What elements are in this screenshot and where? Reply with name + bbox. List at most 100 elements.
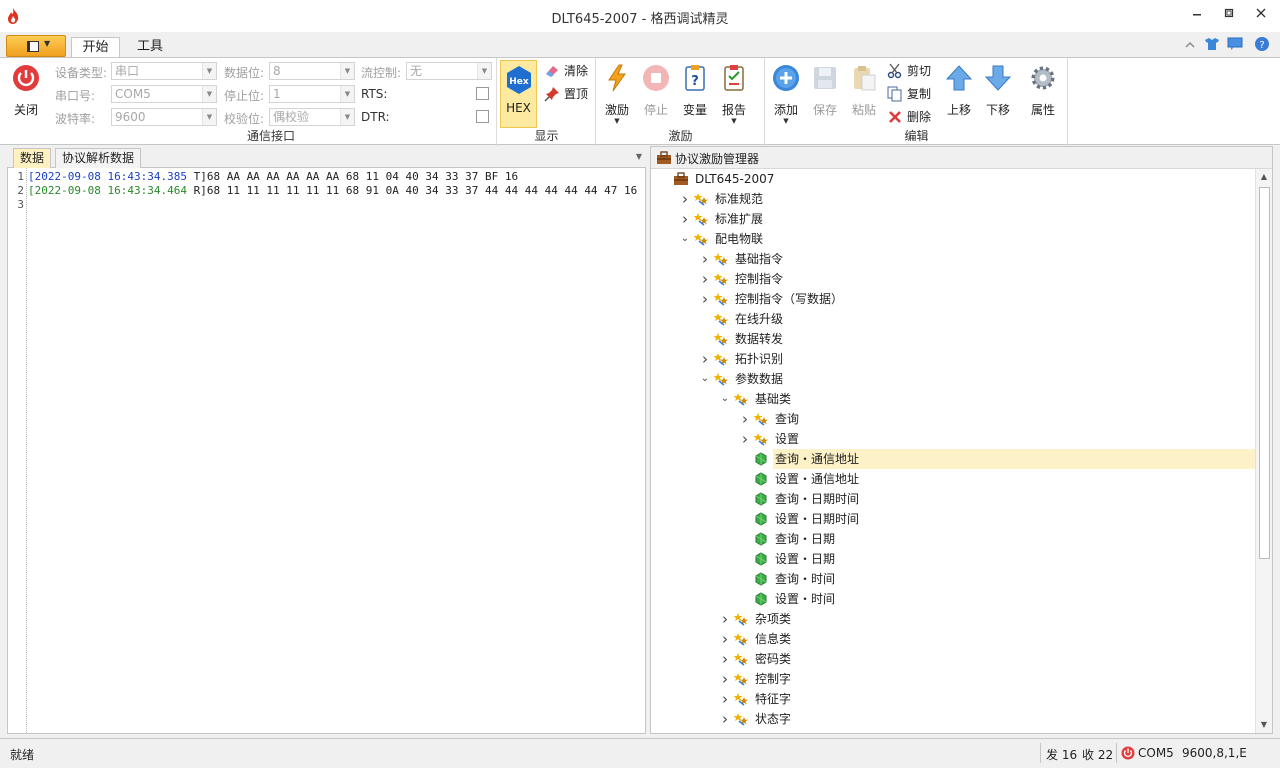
rts-checkbox[interactable] — [476, 87, 489, 100]
tree-node[interactable]: DLT645-2007 — [651, 169, 1255, 189]
paste-button[interactable]: 粘贴 — [845, 61, 883, 129]
tree-node[interactable]: › 控制指令 — [651, 269, 1255, 289]
chevron-right-icon[interactable]: › — [699, 349, 711, 369]
chevron-right-icon[interactable]: › — [719, 609, 731, 629]
move-down-button[interactable]: 下移 — [979, 61, 1017, 129]
chevron-right-icon[interactable]: › — [679, 189, 691, 209]
tree-node[interactable]: › 标准扩展 — [651, 209, 1255, 229]
tree-node[interactable]: › 控制指令（写数据） — [651, 289, 1255, 309]
chevron-right-icon[interactable]: › — [699, 289, 711, 309]
paste-icon — [854, 66, 876, 91]
panel-menu-icon[interactable]: ▼ — [636, 152, 642, 161]
variable-button[interactable]: ? 变量 — [676, 61, 714, 129]
chevron-down-icon[interactable]: ⌄ — [699, 369, 711, 389]
stimulate-button[interactable]: 激励 ▼ — [598, 61, 636, 129]
chevron-right-icon[interactable]: › — [739, 409, 751, 429]
clear-button[interactable]: 清除 — [544, 61, 588, 81]
data-bits-select[interactable]: 8 ▼ — [269, 62, 355, 80]
properties-button[interactable]: 属性 — [1024, 61, 1062, 129]
tree-node[interactable]: › 查询 — [651, 409, 1255, 429]
tree-node[interactable]: › 标准规范 — [651, 189, 1255, 209]
copy-label: 复制 — [907, 87, 932, 101]
tree-scrollbar[interactable]: ▲ ▼ — [1255, 169, 1272, 733]
scroll-thumb[interactable] — [1259, 187, 1270, 559]
scroll-down-icon[interactable]: ▼ — [1256, 717, 1272, 733]
tab-data[interactable]: 数据 — [13, 148, 52, 168]
chevron-down-icon: ▼ — [477, 63, 491, 79]
tree-node[interactable]: 设置・日期时间 — [651, 509, 1255, 529]
port-settings: 9600,8,1,E — [1182, 746, 1247, 760]
move-up-button[interactable]: 上移 — [940, 61, 978, 129]
tree-node[interactable]: 查询・日期时间 — [651, 489, 1255, 509]
tree-node[interactable]: ⌄ 参数数据 — [651, 369, 1255, 389]
collapse-ribbon-icon[interactable] — [1184, 40, 1196, 50]
tree-node[interactable]: › 信息类 — [651, 629, 1255, 649]
report-button[interactable]: 报告 ▼ — [715, 61, 753, 129]
delete-button[interactable]: 删除 — [887, 107, 931, 127]
stop-bits-select[interactable]: 1 ▼ — [269, 85, 355, 103]
scroll-up-icon[interactable]: ▲ — [1256, 169, 1272, 185]
save-button[interactable]: 保存 — [806, 61, 844, 129]
feedback-icon[interactable] — [1227, 37, 1243, 51]
tree-node[interactable]: 设置・时间 — [651, 589, 1255, 609]
tree-node[interactable]: › 控制字 — [651, 669, 1255, 689]
copy-button[interactable]: 复制 — [887, 84, 931, 104]
chevron-right-icon[interactable]: › — [719, 629, 731, 649]
tree-node[interactable]: 查询・时间 — [651, 569, 1255, 589]
chevron-down-icon[interactable]: ⌄ — [719, 389, 731, 409]
dtr-label: DTR: — [361, 110, 390, 124]
tree-node[interactable]: › 密码类 — [651, 649, 1255, 669]
add-button[interactable]: 添加 ▼ — [767, 61, 805, 129]
pin-top-button[interactable]: 置顶 — [544, 84, 588, 104]
chevron-right-icon[interactable]: › — [699, 269, 711, 289]
tree-node[interactable]: 查询・通信地址 — [651, 449, 1255, 469]
protocol-tree[interactable]: DLT645-2007 › 标准规范 › 标准扩展 ⌄ 配电物联 › 基础指令 › 控制指令 › 控制指… — [651, 169, 1255, 733]
restore-button[interactable] — [1215, 4, 1243, 26]
tree-node[interactable]: › 拓扑识别 — [651, 349, 1255, 369]
chevron-right-icon[interactable]: › — [719, 649, 731, 669]
window-title: DLT645-2007 - 格西调试精灵 — [551, 12, 729, 27]
cut-button[interactable]: 剪切 — [887, 61, 931, 81]
data-log[interactable]: 1 2 3 [2022-09-08 16:43:34.385 T]68 AA A… — [7, 168, 646, 734]
chevron-right-icon[interactable]: › — [739, 429, 751, 449]
parity-select[interactable]: 偶校验 ▼ — [269, 108, 355, 126]
flow-control-select[interactable]: 无 ▼ — [406, 62, 492, 80]
tree-node[interactable]: 设置・通信地址 — [651, 469, 1255, 489]
port-select[interactable]: COM5 ▼ — [111, 85, 217, 103]
green-gem-icon — [755, 532, 767, 546]
help-icon[interactable]: ? — [1254, 36, 1270, 52]
tab-protocol-parse[interactable]: 协议解析数据 — [55, 148, 142, 168]
tab-start[interactable]: 开始 — [71, 37, 120, 58]
edit-group: 添加 ▼ 保存 粘贴 剪切 复制 删除 上移 下移 属性 编辑 — [766, 58, 1068, 146]
tree-node[interactable]: 数据转发 — [651, 329, 1255, 349]
chevron-right-icon[interactable]: › — [719, 689, 731, 709]
tree-node[interactable]: ⌄ 配电物联 — [651, 229, 1255, 249]
tree-node[interactable]: › 设置 — [651, 429, 1255, 449]
folder-stars-icon — [733, 673, 748, 686]
tab-tools[interactable]: 工具 — [126, 37, 174, 58]
chevron-right-icon[interactable]: › — [719, 669, 731, 689]
tree-node-label: 信息类 — [755, 632, 792, 646]
tree-node[interactable]: ⌄ 基础类 — [651, 389, 1255, 409]
dtr-checkbox[interactable] — [476, 110, 489, 123]
tree-node[interactable]: 查询・日期 — [651, 529, 1255, 549]
minimize-button[interactable] — [1183, 4, 1211, 26]
skin-icon[interactable] — [1204, 37, 1220, 51]
chevron-right-icon[interactable]: › — [679, 209, 691, 229]
tree-node[interactable]: 设置・日期 — [651, 549, 1255, 569]
close-window-button[interactable] — [1247, 4, 1275, 26]
tree-node[interactable]: › 基础指令 — [651, 249, 1255, 269]
stop-button[interactable]: 停止 — [637, 61, 675, 129]
tree-node[interactable]: › 杂项类 — [651, 609, 1255, 629]
application-menu-button[interactable]: ▼ — [6, 35, 66, 57]
device-type-select[interactable]: 串口 ▼ — [111, 62, 217, 80]
chevron-down-icon[interactable]: ⌄ — [679, 229, 691, 249]
chevron-right-icon[interactable]: › — [699, 249, 711, 269]
tree-node[interactable]: › 状态字 — [651, 709, 1255, 729]
tree-node[interactable]: 在线升级 — [651, 309, 1255, 329]
baud-select[interactable]: 9600 ▼ — [111, 108, 217, 126]
tree-node[interactable]: › 特征字 — [651, 689, 1255, 709]
hex-toggle-button[interactable]: Hex HEX — [500, 60, 537, 128]
chevron-right-icon[interactable]: › — [719, 709, 731, 729]
close-port-button[interactable]: 关闭 — [7, 61, 45, 129]
